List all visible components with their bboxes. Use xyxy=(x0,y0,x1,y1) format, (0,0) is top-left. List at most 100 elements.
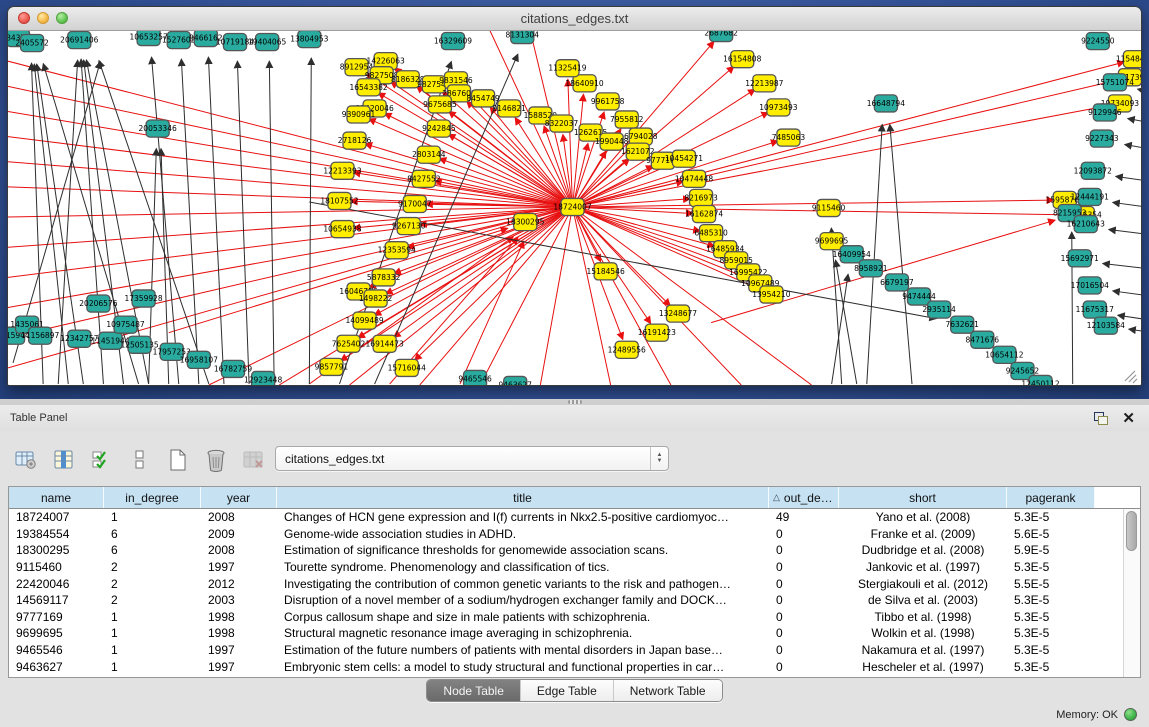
graph-node[interactable]: 9115460 xyxy=(812,199,846,216)
table-cell[interactable]: 5.9E-5 xyxy=(1007,543,1095,557)
graph-node[interactable]: 18107552 xyxy=(320,192,358,209)
delete-columns-button[interactable] xyxy=(202,447,230,473)
table-cell[interactable]: 6 xyxy=(104,527,201,541)
table-cell[interactable]: Disruption of a novel member of a sodium… xyxy=(277,593,769,607)
table-cell[interactable]: 5.3E-5 xyxy=(1007,593,1095,607)
minimize-traffic-light[interactable] xyxy=(37,12,49,24)
table-cell[interactable]: 0 xyxy=(769,577,839,591)
vertical-scrollbar[interactable] xyxy=(1123,509,1140,677)
table-cell[interactable]: 49 xyxy=(769,510,839,524)
column-header-title[interactable]: title xyxy=(277,487,769,508)
table-cell[interactable]: 9115460 xyxy=(9,560,104,574)
column-header-name[interactable]: name xyxy=(9,487,104,508)
table-cell[interactable]: 1997 xyxy=(201,560,277,574)
table-cell[interactable]: Tibbo et al. (1998) xyxy=(839,610,1007,624)
table-cell[interactable]: 0 xyxy=(769,543,839,557)
graph-node[interactable]: 2803144 xyxy=(412,146,446,163)
table-cell[interactable]: 0 xyxy=(769,626,839,640)
table-cell[interactable]: Hescheler et al. (1997) xyxy=(839,660,1007,674)
table-cell[interactable]: 19384554 xyxy=(9,527,104,541)
table-cell[interactable]: 14569117 xyxy=(9,593,104,607)
table-cell[interactable]: 2 xyxy=(104,577,201,591)
table-cell[interactable]: 5.3E-5 xyxy=(1007,510,1095,524)
table-mode-button[interactable] xyxy=(12,447,40,473)
table-cell[interactable]: 1 xyxy=(104,643,201,657)
table-row[interactable]: 946362711997Embryonic stem cells: a mode… xyxy=(9,658,1124,675)
table-row[interactable]: 977716911998Corpus callosum shape and si… xyxy=(9,609,1124,626)
graph-node[interactable]: 14099489 xyxy=(345,312,383,329)
graph-node[interactable]: 9146821 xyxy=(492,100,526,117)
table-cell[interactable]: 5.5E-5 xyxy=(1007,577,1095,591)
table-row[interactable]: 969969511998Structural magnetic resonanc… xyxy=(9,625,1124,642)
graph-node[interactable]: 12489556 xyxy=(608,341,646,358)
table-cell[interactable]: 0 xyxy=(769,660,839,674)
table-row[interactable]: 1938455462009Genome-wide association stu… xyxy=(9,526,1124,543)
table-cell[interactable]: 9465546 xyxy=(9,643,104,657)
graph-node[interactable]: 2935114 xyxy=(922,301,956,318)
column-header-short[interactable]: short xyxy=(839,487,1007,508)
graph-node[interactable]: 1498222 xyxy=(359,290,393,307)
table-cell[interactable]: 0 xyxy=(769,593,839,607)
table-cell[interactable]: 0 xyxy=(769,610,839,624)
splitter-grip[interactable] xyxy=(568,400,582,404)
network-canvas[interactable]: 1872400718300295891295414226063982750816… xyxy=(8,31,1141,385)
graph-node[interactable]: 16648794 xyxy=(867,95,905,112)
table-cell[interactable]: Jankovic et al. (1997) xyxy=(839,560,1007,574)
table-cell[interactable]: 22420046 xyxy=(9,577,104,591)
graph-node[interactable]: 15692971 xyxy=(1061,250,1099,267)
table-cell[interactable]: 9699695 xyxy=(9,626,104,640)
table-cell[interactable]: Stergiakouli et al. (2012) xyxy=(839,577,1007,591)
table-cell[interactable]: 1 xyxy=(104,660,201,674)
table-cell[interactable]: 2003 xyxy=(201,593,277,607)
graph-node[interactable]: 16162874 xyxy=(685,205,723,222)
table-cell[interactable]: 1997 xyxy=(201,643,277,657)
network-view-frame[interactable]: citations_edges.txt 18724007183002958912… xyxy=(7,6,1142,386)
table-cell[interactable]: Nakamura et al. (1997) xyxy=(839,643,1007,657)
close-panel-icon[interactable]: ✕ xyxy=(1122,411,1135,426)
table-cell[interactable]: Yano et al. (2008) xyxy=(839,510,1007,524)
column-header-in_degree[interactable]: in_degree xyxy=(104,487,201,508)
graph-node[interactable]: 13804953 xyxy=(290,31,328,48)
graph-node[interactable]: 8471676 xyxy=(966,331,1000,348)
create-column-button[interactable] xyxy=(164,447,192,473)
table-row[interactable]: 911546021997Tourette syndrome. Phenomeno… xyxy=(9,559,1124,576)
table-row[interactable]: 1872400712008Changes of HCN gene express… xyxy=(9,509,1124,526)
column-header-pagerank[interactable]: pagerank xyxy=(1007,487,1095,508)
graph-node[interactable]: 8958921 xyxy=(854,260,888,277)
graph-node[interactable]: 2405572 xyxy=(15,35,49,52)
memory-ok-indicator[interactable] xyxy=(1124,708,1137,721)
table-cell[interactable]: 1 xyxy=(104,510,201,524)
table-cell[interactable]: 2008 xyxy=(201,510,277,524)
graph-node[interactable]: 2718126 xyxy=(338,132,372,149)
table-cell[interactable]: Changes of HCN gene expression and I(f) … xyxy=(277,510,769,524)
graph-node[interactable]: 13248677 xyxy=(659,305,697,322)
table-row[interactable]: 1456911722003Disruption of a novel membe… xyxy=(9,592,1124,609)
graph-node[interactable]: 9242845 xyxy=(422,120,456,137)
graph-node[interactable]: 19404065 xyxy=(248,34,286,51)
network-graph[interactable]: 1872400718300295891295414226063982750816… xyxy=(8,31,1141,385)
graph-node[interactable]: 5878332 xyxy=(367,269,401,286)
graph-node[interactable]: 9224550 xyxy=(1081,33,1115,50)
graph-node[interactable]: 10654112 xyxy=(985,346,1023,363)
table-cell[interactable]: 2009 xyxy=(201,527,277,541)
unselect-all-columns-button[interactable] xyxy=(126,447,154,473)
graph-node[interactable]: 7485063 xyxy=(772,129,806,146)
graph-node[interactable]: 16154808 xyxy=(723,51,761,68)
table-select-dropdown[interactable]: citations_edges.txt ▲▼ xyxy=(275,446,669,471)
table-cell[interactable]: 5.3E-5 xyxy=(1007,643,1095,657)
table-cell[interactable]: 2008 xyxy=(201,543,277,557)
table-cell[interactable]: 2012 xyxy=(201,577,277,591)
table-cell[interactable]: Franke et al. (2009) xyxy=(839,527,1007,541)
table-cell[interactable]: 18724007 xyxy=(9,510,104,524)
tab-node-table[interactable]: Node Table xyxy=(427,680,521,701)
tab-edge-table[interactable]: Edge Table xyxy=(521,680,614,701)
float-panel-icon[interactable] xyxy=(1094,412,1108,425)
column-header-out_de[interactable]: △out_de… xyxy=(769,487,839,508)
table-cell[interactable]: 1 xyxy=(104,626,201,640)
graph-node[interactable]: 11675317 xyxy=(1076,301,1114,318)
graph-node[interactable]: 10474448 xyxy=(675,170,713,187)
table-row[interactable]: 946554611997Estimation of the future num… xyxy=(9,642,1124,659)
close-traffic-light[interactable] xyxy=(18,12,30,24)
table-cell[interactable]: Tourette syndrome. Phenomenology and cla… xyxy=(277,560,769,574)
table-cell[interactable]: Dudbridge et al. (2008) xyxy=(839,543,1007,557)
